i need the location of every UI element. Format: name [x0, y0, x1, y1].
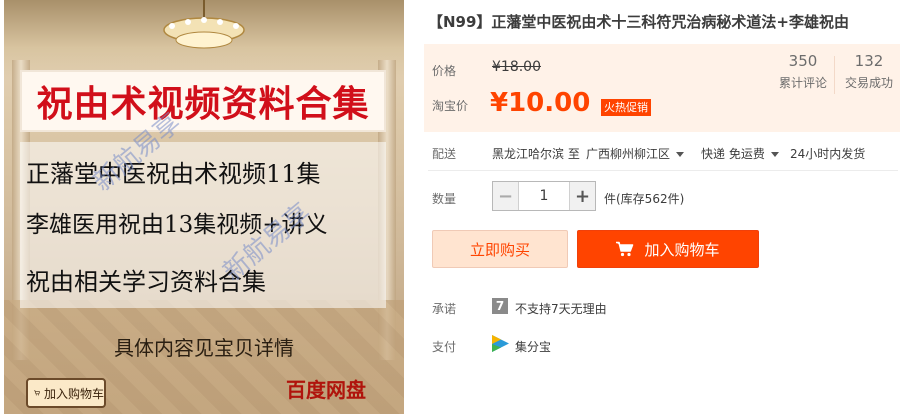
sales-count: 132	[854, 52, 884, 70]
payment-label: 支付	[432, 340, 457, 354]
jifenbao-icon	[492, 335, 509, 352]
original-price: ¥18.00	[492, 59, 541, 75]
image-subtitle: 具体内容见宝贝详情	[114, 336, 294, 360]
payment-row: 支付 集分宝	[424, 335, 900, 355]
shipping-destination-select[interactable]: 广西柳州柳江区	[586, 145, 685, 162]
seven-day-icon: 7	[492, 298, 508, 314]
sales-stat: 132 交易成功	[839, 52, 899, 91]
promise-text[interactable]: 不支持7天无理由	[515, 300, 607, 317]
sale-price: ¥10.00	[490, 88, 591, 118]
reviews-stat[interactable]: 350 累计评论	[775, 52, 831, 91]
add-to-cart-button[interactable]: 加入购物车	[577, 230, 759, 268]
chandelier-icon	[163, 0, 245, 49]
chevron-down-icon	[676, 152, 685, 157]
shipping-destination: 广西柳州柳江区	[586, 147, 671, 161]
increase-quantity-button[interactable]: +	[569, 182, 595, 210]
image-cart-badge: 加入购物车	[26, 378, 106, 408]
reviews-count: 350	[788, 52, 818, 70]
promo-badge: 火热促销	[601, 99, 651, 116]
shipping-method-select[interactable]: 快递 免运费	[701, 145, 779, 162]
image-banner-title: 祝由术视频资料合集	[36, 83, 370, 125]
quantity-row: 数量 − + 件(库存562件)	[424, 179, 900, 213]
quantity-input[interactable]	[519, 182, 569, 210]
chevron-down-icon	[770, 152, 779, 157]
promise-row: 承诺 7 不支持7天无理由	[424, 297, 900, 317]
image-banner: 祝由术视频资料合集	[20, 70, 386, 132]
product-title: 【N99】正藩堂中医祝由术十三科符咒治病秘术道法+李雄祝由	[428, 13, 849, 31]
shipping-dispatch: 24小时内发货	[790, 147, 866, 161]
image-baidu-label: 百度网盘	[286, 378, 366, 402]
buy-now-button[interactable]: 立即购买	[432, 230, 568, 268]
image-line-1: 正藩堂中医祝由术视频11集	[26, 160, 321, 188]
shipping-method: 快递 免运费	[701, 147, 765, 161]
stock-text: 件(库存562件)	[604, 192, 685, 206]
payment-method[interactable]: 集分宝	[515, 338, 551, 355]
shipping-from: 黑龙江哈尔滨 至	[492, 147, 580, 161]
sales-label: 交易成功	[844, 76, 893, 90]
price-panel: 价格 ¥18.00 淘宝价 ¥10.00 火热促销 350 累计评论 132 交…	[424, 44, 900, 132]
reviews-label: 累计评论	[778, 76, 827, 90]
promise-label: 承诺	[432, 302, 457, 316]
section-divider	[428, 170, 898, 171]
price-label: 价格	[432, 64, 457, 78]
quantity-stepper: − +	[492, 181, 596, 211]
product-image[interactable]: 祝由术视频资料合集 正藩堂中医祝由术视频11集 李雄医用祝由13集视频+讲义 祝…	[4, 0, 404, 414]
cart-icon	[34, 390, 40, 396]
cart-icon	[616, 241, 634, 257]
stat-divider	[834, 56, 835, 94]
sale-price-label: 淘宝价	[432, 99, 469, 113]
decrease-quantity-button[interactable]: −	[493, 182, 519, 210]
shipping-row: 配送 黑龙江哈尔滨 至 广西柳州柳江区 快递 免运费 24小时内发货	[424, 141, 900, 163]
shipping-label: 配送	[432, 147, 457, 161]
quantity-label: 数量	[432, 192, 457, 206]
add-to-cart-label: 加入购物车	[644, 240, 720, 259]
image-cart-badge-label: 加入购物车	[43, 386, 104, 401]
